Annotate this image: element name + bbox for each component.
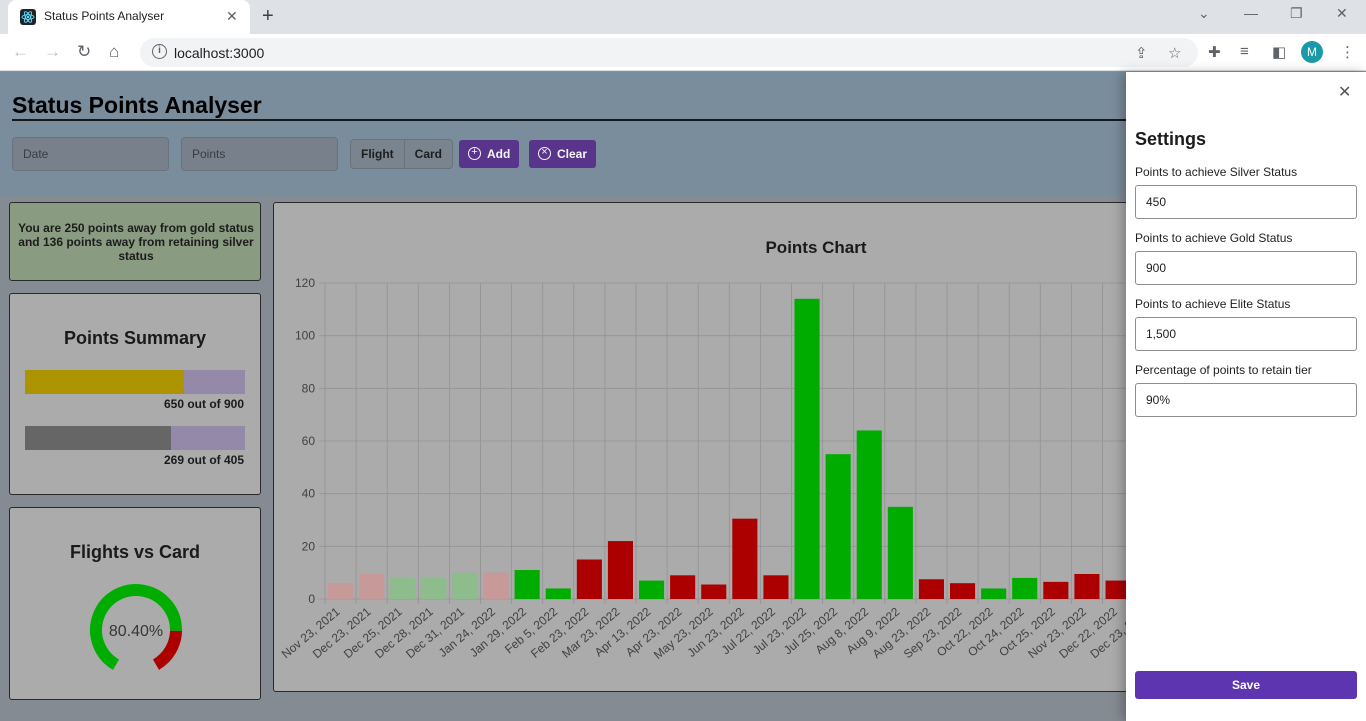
browser-tabstrip: Status Points Analyser ✕ + ⌄ — ❐ ✕ [0,0,1366,34]
silver-points-field[interactable] [1135,185,1357,219]
side-panel-icon[interactable]: ◧ [1272,43,1286,61]
silver-points-label: Points to achieve Silver Status [1135,165,1298,179]
elite-points-label: Points to achieve Elite Status [1135,297,1291,311]
browser-tab[interactable]: Status Points Analyser ✕ [8,0,250,34]
extensions-icon[interactable]: ✚ [1208,43,1221,61]
settings-title: Settings [1135,129,1207,149]
gold-points-label: Points to achieve Gold Status [1135,231,1293,245]
tab-title: Status Points Analyser [44,9,165,23]
retain-percentage-label: Percentage of points to retain tier [1135,363,1312,377]
new-tab-icon[interactable]: + [262,5,274,28]
share-icon[interactable]: ⇪ [1135,44,1148,62]
silver-points-input[interactable] [1136,186,1356,218]
elite-points-input[interactable] [1136,318,1356,350]
address-bar[interactable]: i localhost:3000 ⇪ ☆ [140,38,1198,67]
back-icon[interactable]: ← [12,42,29,62]
profile-avatar[interactable]: M [1301,41,1323,63]
url-text: localhost:3000 [174,45,265,61]
home-icon[interactable]: ⌂ [109,42,119,62]
elite-points-field[interactable] [1135,317,1357,351]
reload-icon[interactable]: ↻ [77,42,91,62]
settings-drawer: ✕ Settings Points to achieve Silver Stat… [1126,72,1366,721]
gold-points-field[interactable] [1135,251,1357,285]
browser-toolbar: ← → ↻ ⌂ i localhost:3000 ⇪ ☆ ✚ ≡ ◧ M ⋮ [0,34,1366,71]
close-icon[interactable]: ✕ [1338,82,1351,102]
restore-icon[interactable]: ❐ [1290,5,1303,22]
minimize-icon[interactable]: — [1244,5,1258,21]
drawer-scrim[interactable] [0,72,1126,721]
forward-icon[interactable]: → [44,42,61,62]
menu-kebab-icon[interactable]: ⋮ [1340,43,1355,61]
bookmark-star-icon[interactable]: ☆ [1168,44,1181,62]
retain-percentage-field[interactable] [1135,383,1357,417]
save-button[interactable]: Save [1135,671,1357,699]
close-window-icon[interactable]: ✕ [1336,5,1348,22]
site-info-icon[interactable]: i [152,44,167,59]
react-icon [20,9,36,25]
gold-points-input[interactable] [1136,252,1356,284]
media-control-icon[interactable]: ≡ [1240,43,1249,60]
retain-percentage-input[interactable] [1136,384,1356,416]
close-tab-icon[interactable]: ✕ [226,8,238,25]
tab-search-icon[interactable]: ⌄ [1198,5,1210,22]
